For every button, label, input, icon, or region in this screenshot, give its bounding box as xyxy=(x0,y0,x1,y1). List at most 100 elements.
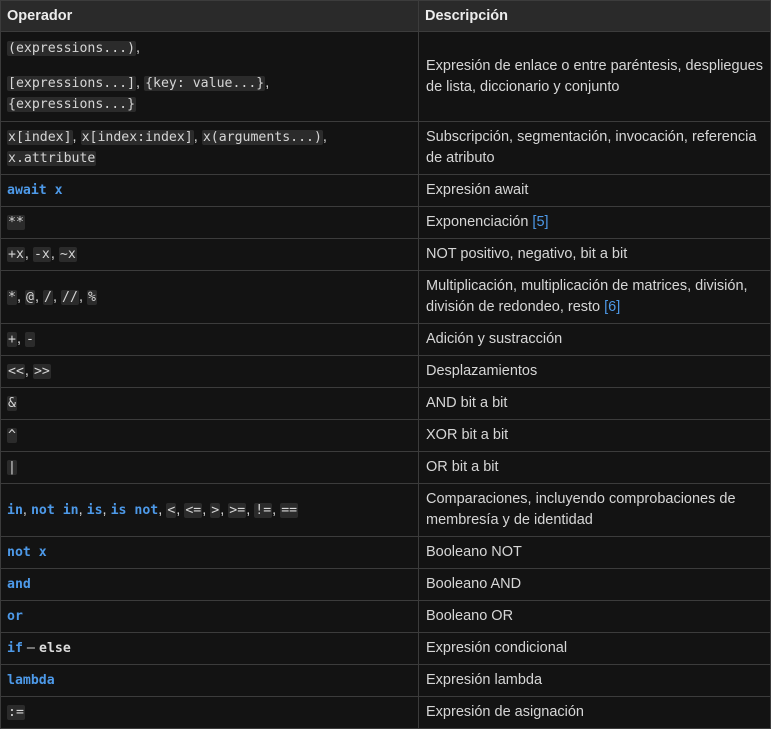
operator-cell: := xyxy=(0,696,419,729)
separator-dash: – xyxy=(22,640,40,656)
operator-code: / xyxy=(43,289,53,305)
operator-code: {key: value...} xyxy=(144,76,266,91)
operator-code: > xyxy=(210,502,221,518)
operator-code: x.attribute xyxy=(7,151,97,166)
operator-code: >> xyxy=(32,364,51,379)
operator-code: or xyxy=(7,609,23,624)
description-cell: Desplazamientos xyxy=(418,355,771,388)
operator-code: | xyxy=(7,460,17,475)
table-row: if – else Expresión condicional xyxy=(0,632,771,665)
operator-cell: (expressions...), [expressions...], {key… xyxy=(0,31,419,122)
description-cell: XOR bit a bit xyxy=(418,419,771,452)
table-row: and Booleano AND xyxy=(0,568,771,601)
table-row: *, @, /, //, % Multiplicación, multiplic… xyxy=(0,270,771,324)
description-cell: Multiplicación, multiplicación de matric… xyxy=(418,270,771,324)
operator-cell: *, @, /, //, % xyxy=(0,270,419,324)
table-row: := Expresión de asignación xyxy=(0,696,771,729)
description-cell: Expresión lambda xyxy=(418,664,771,697)
table-row: lambda Expresión lambda xyxy=(0,664,771,697)
operator-cell: lambda xyxy=(0,664,419,697)
table-row: ** Exponenciación [5] xyxy=(0,206,771,239)
operator-code: << xyxy=(7,364,25,379)
operator-code: +x xyxy=(7,247,25,262)
operator-code: >= xyxy=(228,502,247,518)
operator-code: == xyxy=(280,502,299,518)
operator-code: -x xyxy=(32,247,51,262)
operator-cell: await x xyxy=(0,174,419,207)
operator-cell: +, - xyxy=(0,323,419,356)
table-row: not x Booleano NOT xyxy=(0,536,771,569)
operator-cell: or xyxy=(0,600,419,633)
operator-code: ^ xyxy=(7,428,17,443)
operator-cell: in, not in, is, is not, <, <=, >, >=, !=… xyxy=(0,483,419,537)
table-header-row: Operador Descripción xyxy=(0,0,771,32)
operator-cell: ^ xyxy=(0,419,419,452)
table-row: +x, -x, ~x NOT positivo, negativo, bit a… xyxy=(0,238,771,271)
description-cell: Subscripción, segmentación, invocación, … xyxy=(418,121,771,175)
description-cell: Adición y sustracción xyxy=(418,323,771,356)
table-row: await x Expresión await xyxy=(0,174,771,207)
operator-code: + xyxy=(7,332,17,347)
operator-precedence-table: Operador Descripción (expressions...), [… xyxy=(0,0,771,729)
description-cell: Expresión de enlace o entre paréntesis, … xyxy=(418,31,771,122)
operator-code: (expressions...) xyxy=(7,41,137,56)
operator-code: is not xyxy=(110,502,159,518)
description-cell: Expresión condicional xyxy=(418,632,771,665)
operator-code: lambda xyxy=(7,673,55,688)
operator-cell: & xyxy=(0,387,419,420)
operator-code: // xyxy=(61,289,79,305)
operator-code: & xyxy=(7,396,17,411)
operator-code: x(arguments...) xyxy=(201,130,323,145)
operator-code: in xyxy=(7,502,23,518)
operator-code: ** xyxy=(7,215,25,230)
operator-code: {expressions...} xyxy=(7,97,137,112)
table-row: x[index], x[index:index], x(arguments...… xyxy=(0,121,771,175)
description-cell: Booleano AND xyxy=(418,568,771,601)
description-cell: OR bit a bit xyxy=(418,451,771,484)
operator-code: x[index] xyxy=(7,130,73,145)
operator-code: - xyxy=(25,332,35,347)
footnote-link[interactable]: [5] xyxy=(532,214,548,230)
table-row: or Booleano OR xyxy=(0,600,771,633)
description-cell: Booleano NOT xyxy=(418,536,771,569)
header-operator: Operador xyxy=(0,0,419,32)
description-text: Exponenciación xyxy=(426,214,529,230)
description-cell: Expresión await xyxy=(418,174,771,207)
operator-code: := xyxy=(7,705,25,720)
footnote-link[interactable]: [6] xyxy=(604,299,620,315)
table-row: (expressions...), [expressions...], {key… xyxy=(0,31,771,122)
table-row: | OR bit a bit xyxy=(0,451,771,484)
operator-code: [expressions...] xyxy=(7,76,137,91)
table-row: in, not in, is, is not, <, <=, >, >=, !=… xyxy=(0,483,771,537)
operator-cell: and xyxy=(0,568,419,601)
table-row: +, - Adición y sustracción xyxy=(0,323,771,356)
operator-cell: not x xyxy=(0,536,419,569)
table-row: ^ XOR bit a bit xyxy=(0,419,771,452)
operator-cell: | xyxy=(0,451,419,484)
operator-code: and xyxy=(7,577,31,592)
table-row: & AND bit a bit xyxy=(0,387,771,420)
operator-code: % xyxy=(87,289,97,305)
operator-code: < xyxy=(166,502,177,518)
description-cell: AND bit a bit xyxy=(418,387,771,420)
table-row: <<, >> Desplazamientos xyxy=(0,355,771,388)
operator-code: * xyxy=(7,289,17,305)
operator-code: else xyxy=(39,641,71,656)
operator-code: ~x xyxy=(58,247,77,262)
operator-code: @ xyxy=(25,289,35,305)
operator-code: is xyxy=(86,502,103,518)
operator-code: <= xyxy=(184,502,203,518)
description-text: Multiplicación, multiplicación de matric… xyxy=(426,278,748,315)
operator-cell: <<, >> xyxy=(0,355,419,388)
operator-code: not in xyxy=(30,502,79,518)
description-cell: Expresión de asignación xyxy=(418,696,771,729)
operator-code: != xyxy=(254,502,273,518)
operator-cell: x[index], x[index:index], x(arguments...… xyxy=(0,121,419,175)
description-cell: Booleano OR xyxy=(418,600,771,633)
operator-code: x[index:index] xyxy=(80,130,194,145)
operator-code: await x xyxy=(7,183,63,198)
description-cell: Exponenciación [5] xyxy=(418,206,771,239)
operator-code: not x xyxy=(7,545,47,560)
description-cell: NOT positivo, negativo, bit a bit xyxy=(418,238,771,271)
header-description: Descripción xyxy=(418,0,771,32)
